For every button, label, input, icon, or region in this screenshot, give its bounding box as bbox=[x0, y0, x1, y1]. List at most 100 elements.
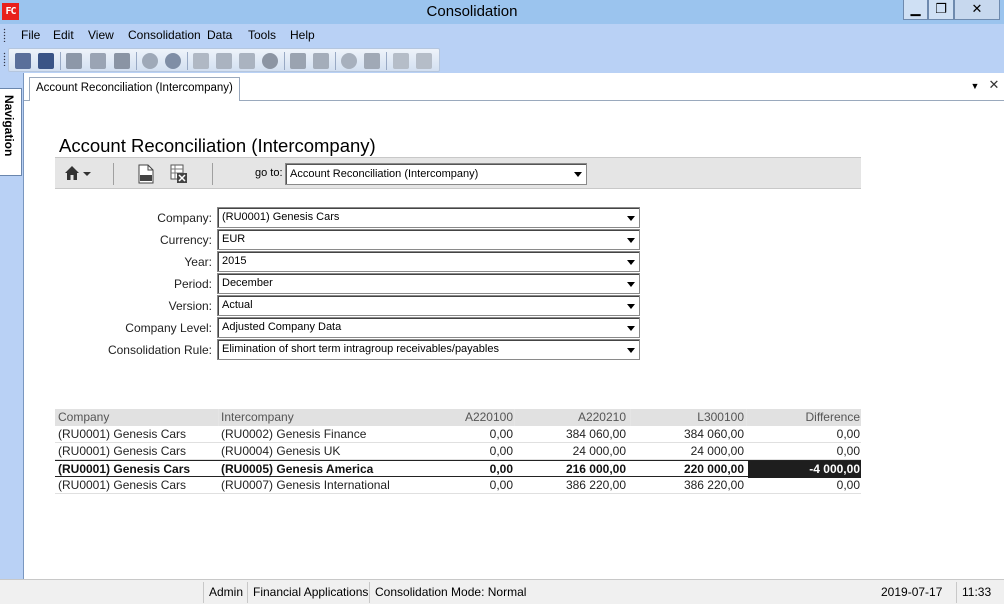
cancel-icon[interactable] bbox=[262, 53, 278, 69]
menu-consolidation[interactable]: Consolidation bbox=[128, 24, 201, 46]
main-toolbar bbox=[8, 48, 440, 72]
version-select[interactable]: Actual bbox=[217, 295, 640, 316]
header-company[interactable]: Company bbox=[58, 409, 109, 426]
print-icon[interactable] bbox=[66, 53, 82, 69]
toolbar-grip-icon[interactable] bbox=[3, 52, 6, 66]
cell-l300100: 24 000,00 bbox=[690, 444, 744, 458]
period-select[interactable]: December bbox=[217, 273, 640, 294]
cell-a220100: 0,00 bbox=[489, 444, 513, 458]
menu-tools[interactable]: Tools bbox=[248, 24, 276, 46]
header-intercompany[interactable]: Intercompany bbox=[221, 409, 294, 426]
year-value: 2015 bbox=[222, 255, 247, 267]
chevron-down-icon bbox=[627, 304, 635, 309]
year-label: Year: bbox=[184, 255, 212, 269]
year-select[interactable]: 2015 bbox=[217, 251, 640, 272]
excel-export-icon[interactable] bbox=[170, 164, 188, 184]
version-value: Actual bbox=[222, 299, 253, 311]
navigation-tab[interactable]: Navigation bbox=[0, 88, 22, 176]
cell-l300100: 220 000,00 bbox=[683, 462, 744, 476]
cell-difference-highlighted[interactable]: -4 000,00 bbox=[748, 461, 861, 478]
report-toolbar-separator bbox=[212, 163, 213, 185]
home-icon[interactable] bbox=[63, 163, 97, 183]
table-row[interactable]: (RU0001) Genesis Cars (RU0004) Genesis U… bbox=[55, 443, 861, 460]
consolidation-rule-label: Consolidation Rule: bbox=[107, 343, 212, 357]
menu-edit[interactable]: Edit bbox=[53, 24, 74, 46]
cell-a220100: 0,00 bbox=[489, 478, 513, 492]
window-title: Consolidation bbox=[426, 3, 518, 20]
print-preview-icon[interactable] bbox=[90, 53, 106, 69]
menu-data[interactable]: Data bbox=[207, 24, 232, 46]
close-window-button[interactable]: ✕ bbox=[954, 0, 1000, 20]
cell-a220210: 216 000,00 bbox=[565, 462, 626, 476]
save-icon[interactable] bbox=[15, 53, 31, 69]
insert-table-icon[interactable] bbox=[290, 53, 306, 69]
cell-company: (RU0001) Genesis Cars bbox=[58, 478, 187, 492]
status-date: 2019-07-17 bbox=[881, 585, 943, 599]
company-value: (RU0001) Genesis Cars bbox=[222, 211, 340, 223]
consolidation-rule-select[interactable]: Elimination of short term intragroup rec… bbox=[217, 339, 640, 360]
globe-icon[interactable] bbox=[142, 53, 158, 69]
period-label: Period: bbox=[173, 277, 212, 291]
pdf-export-icon[interactable] bbox=[138, 164, 154, 184]
chevron-down-icon bbox=[627, 326, 635, 331]
chevron-down-icon bbox=[574, 172, 582, 177]
period-value: December bbox=[222, 277, 273, 289]
title-bar: FC Consolidation ▁ ❐ ✕ bbox=[0, 0, 1004, 24]
toolbar-row bbox=[0, 46, 1004, 73]
table-row-selected[interactable]: (RU0001) Genesis Cars (RU0005) Genesis A… bbox=[55, 460, 861, 478]
arrow-up-icon[interactable] bbox=[393, 53, 409, 69]
chevron-down-icon bbox=[627, 238, 635, 243]
cell-a220210: 384 060,00 bbox=[565, 427, 626, 441]
cell-l300100: 384 060,00 bbox=[683, 427, 744, 441]
refresh-icon[interactable] bbox=[341, 53, 357, 69]
minimize-button[interactable]: ▁ bbox=[903, 0, 928, 20]
cell-intercompany: (RU0004) Genesis UK bbox=[221, 444, 341, 458]
menu-file[interactable]: File bbox=[21, 24, 40, 46]
save-layout-icon[interactable] bbox=[364, 53, 380, 69]
goto-report-select[interactable]: Account Reconciliation (Intercompany) bbox=[285, 163, 587, 185]
cell-intercompany: (RU0002) Genesis Finance bbox=[221, 427, 367, 441]
toolbar-separator bbox=[284, 52, 285, 70]
toolbar-separator bbox=[386, 52, 387, 70]
chevron-down-icon bbox=[627, 216, 635, 221]
cut-icon[interactable] bbox=[193, 53, 209, 69]
menu-grip-icon[interactable] bbox=[3, 28, 6, 42]
company-level-select[interactable]: Adjusted Company Data bbox=[217, 317, 640, 338]
arrow-down-icon[interactable] bbox=[416, 53, 432, 69]
menu-view[interactable]: View bbox=[88, 24, 114, 46]
header-a220210[interactable]: A220210 bbox=[578, 409, 626, 426]
table-row[interactable]: (RU0001) Genesis Cars (RU0007) Genesis I… bbox=[55, 477, 861, 494]
cell-a220100: 0,00 bbox=[489, 462, 513, 476]
header-a220100[interactable]: A220100 bbox=[465, 409, 513, 426]
goto-report-value: Account Reconciliation (Intercompany) bbox=[290, 168, 479, 180]
header-l300100[interactable]: L300100 bbox=[697, 409, 744, 426]
restore-button[interactable]: ❐ bbox=[928, 0, 954, 20]
status-time: 11:33 bbox=[956, 582, 996, 603]
tab-account-reconciliation[interactable]: Account Reconciliation (Intercompany) bbox=[29, 77, 240, 101]
header-difference[interactable]: Difference bbox=[806, 409, 860, 426]
cell-intercompany: (RU0007) Genesis International bbox=[221, 478, 390, 492]
copy-icon[interactable] bbox=[216, 53, 232, 69]
table-row[interactable]: (RU0001) Genesis Cars (RU0002) Genesis F… bbox=[55, 426, 861, 443]
save-all-icon[interactable] bbox=[38, 53, 54, 69]
chevron-down-icon bbox=[627, 260, 635, 265]
currency-select[interactable]: EUR bbox=[217, 229, 640, 250]
table-grid-icon[interactable] bbox=[313, 53, 329, 69]
company-level-label: Company Level: bbox=[125, 321, 212, 335]
company-select[interactable]: (RU0001) Genesis Cars bbox=[217, 207, 640, 228]
paste-icon[interactable] bbox=[239, 53, 255, 69]
menu-help[interactable]: Help bbox=[290, 24, 315, 46]
cell-l300100: 386 220,00 bbox=[683, 478, 744, 492]
cell-difference: 0,00 bbox=[836, 444, 860, 458]
reconciliation-table: Company Intercompany A220100 A220210 L30… bbox=[55, 409, 861, 494]
cell-intercompany: (RU0005) Genesis America bbox=[221, 462, 374, 476]
print-setup-icon[interactable] bbox=[114, 53, 130, 69]
refresh-globe-icon[interactable] bbox=[165, 53, 181, 69]
tab-close-icon[interactable]: ✕ bbox=[987, 78, 1001, 92]
consolidation-rule-value: Elimination of short term intragroup rec… bbox=[222, 343, 499, 355]
navigation-tab-label: Navigation bbox=[2, 95, 16, 157]
toolbar-separator bbox=[60, 52, 61, 70]
tab-list-dropdown-icon[interactable]: ▼ bbox=[969, 80, 981, 92]
status-bar: Admin Financial Applications Consolidati… bbox=[0, 579, 1004, 604]
cell-company: (RU0001) Genesis Cars bbox=[58, 444, 187, 458]
